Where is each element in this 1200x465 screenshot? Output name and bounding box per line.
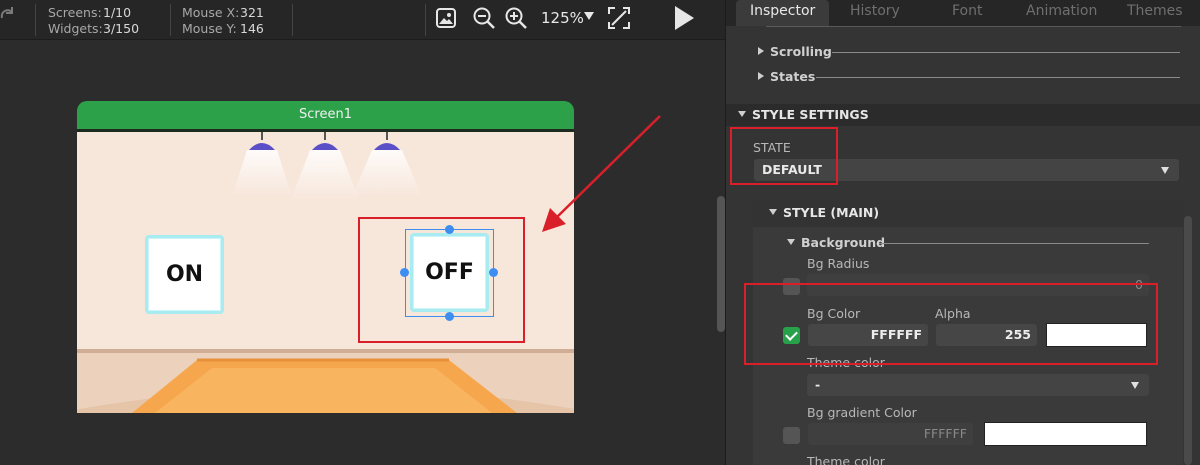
zoom-in-icon[interactable] <box>502 4 530 32</box>
cut-off-row-line <box>766 26 1181 27</box>
mouse-x-label: Mouse X: <box>182 5 240 20</box>
widgets-count: Widgets: 3/150 <box>48 20 139 37</box>
widgets-label: Widgets: <box>48 21 103 36</box>
bg-gradient-swatch[interactable] <box>984 422 1147 446</box>
highlight-box-off-widget <box>358 217 525 343</box>
top-toolbar: Screens: 1/10 Widgets: 3/150 Mouse X: 32… <box>0 0 725 40</box>
tree-line <box>832 52 1180 53</box>
highlight-box-bg-color <box>744 283 1158 365</box>
mouse-y-readout: Mouse Y: 146 <box>182 20 264 37</box>
style-settings-header[interactable]: STYLE SETTINGS <box>726 104 1200 126</box>
collapse-arrow-icon <box>758 47 764 55</box>
inspector-panel: Inspector History Font Animation Themes … <box>725 0 1200 465</box>
zoom-out-icon[interactable] <box>470 4 498 32</box>
theme-color-dropdown[interactable]: - <box>807 374 1149 396</box>
tab-animation[interactable]: Animation <box>1026 0 1097 26</box>
widgets-value: 3/150 <box>103 21 140 36</box>
tree-line <box>879 243 1149 244</box>
zoom-level[interactable]: 125% <box>541 9 584 27</box>
image-icon[interactable] <box>432 4 460 32</box>
collapse-arrow-icon <box>758 72 764 80</box>
theme-color-value: - <box>815 377 821 392</box>
play-icon[interactable] <box>670 4 698 32</box>
mouse-y-label: Mouse Y: <box>182 21 237 36</box>
toolbar-divider <box>425 4 426 36</box>
annotation-arrow-icon <box>542 115 661 232</box>
inspector-scrollbar[interactable] <box>1184 216 1192 465</box>
tab-themes[interactable]: Themes <box>1127 0 1183 26</box>
screens-label: Screens: <box>48 5 102 20</box>
tab-inspector[interactable]: Inspector <box>736 0 830 26</box>
tree-item-states[interactable]: States <box>758 69 815 85</box>
redo-icon[interactable] <box>0 4 16 28</box>
tab-font[interactable]: Font <box>952 0 982 26</box>
background-group-header[interactable]: Background <box>787 235 885 251</box>
theme-color-label-2: Theme color <box>807 454 885 465</box>
inspector-body: Scrolling States STYLE SETTINGS STATE DE… <box>726 26 1200 465</box>
zoom-dropdown-icon[interactable] <box>584 12 594 20</box>
bg-radius-label: Bg Radius <box>807 256 870 271</box>
tab-history[interactable]: History <box>850 0 900 26</box>
toolbar-divider <box>35 4 36 36</box>
tree-item-scrolling[interactable]: Scrolling <box>758 44 832 60</box>
mouse-y-value: 146 <box>240 21 264 36</box>
on-button-widget[interactable]: ON <box>145 235 224 314</box>
screen-title-bar[interactable]: Screen1 <box>77 101 574 129</box>
canvas-scrollbar[interactable] <box>717 196 725 332</box>
chevron-down-icon <box>1131 382 1139 389</box>
toolbar-divider <box>292 4 293 36</box>
highlight-box-state <box>730 127 838 185</box>
tree-line <box>816 77 1180 78</box>
toolbar-divider <box>170 4 171 36</box>
screens-value: 1/10 <box>103 5 132 20</box>
expand-arrow-icon <box>787 239 795 245</box>
mouse-x-readout: Mouse X: 321 <box>182 4 264 21</box>
expand-arrow-icon <box>738 111 746 117</box>
mouse-x-value: 321 <box>240 5 264 20</box>
bg-gradient-input[interactable]: FFFFFF <box>808 423 973 445</box>
fit-screen-icon[interactable] <box>605 4 633 32</box>
screens-count: Screens: 1/10 <box>48 4 131 21</box>
expand-arrow-icon <box>769 209 777 215</box>
chevron-down-icon <box>1161 167 1169 174</box>
style-main-header[interactable]: STYLE (MAIN) <box>753 199 1183 227</box>
panel-tabs: Inspector History Font Animation Themes <box>726 0 1200 26</box>
bg-gradient-checkbox[interactable] <box>783 427 800 444</box>
bg-gradient-label: Bg gradient Color <box>807 405 917 420</box>
